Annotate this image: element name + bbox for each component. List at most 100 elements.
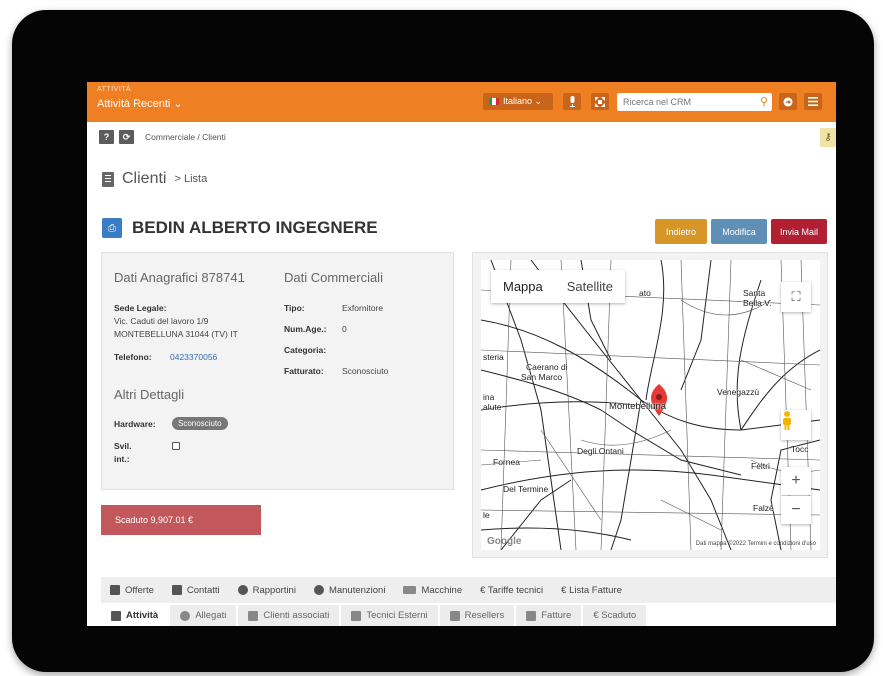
edit-button[interactable]: Modifica — [711, 219, 767, 244]
page-title-text: Clienti — [122, 170, 167, 187]
map-type-tabs: Mappa Satellite — [491, 270, 625, 303]
laptop-icon — [403, 586, 417, 594]
menu-button[interactable] — [804, 93, 822, 110]
tab-allegati[interactable]: Allegati — [170, 605, 239, 626]
detail-tabs-row-2: Attività Allegati Clienti associati Tecn… — [101, 605, 649, 626]
breadcrumb[interactable]: Commerciale / Clienti — [145, 132, 226, 142]
back-button[interactable]: Indietro — [655, 219, 707, 244]
pdf-export-button[interactable]: ⎙ — [102, 218, 122, 238]
google-logo: Google — [487, 536, 522, 547]
tab-clienti-associati[interactable]: Clienti associati — [238, 605, 342, 626]
tab-tariffe-tecnici[interactable]: € Tariffe tecnici — [471, 577, 552, 603]
question-icon: ? — [103, 132, 110, 142]
document-icon — [526, 610, 537, 621]
numage-label: Num.Age.: — [284, 324, 327, 334]
page-title: Clienti > Lista — [102, 170, 207, 188]
google-map[interactable]: Mappa Satellite ⛶ + − Montebelluna Caera… — [481, 260, 820, 550]
tipo-value: Exfornitore — [342, 303, 384, 313]
map-label-ina: ina — [483, 392, 495, 402]
microphone-button[interactable] — [563, 93, 581, 110]
street-view-button[interactable] — [781, 410, 811, 440]
tab-label: Offerte — [125, 584, 154, 596]
tab-manutenzioni[interactable]: Manutenzioni — [305, 577, 395, 603]
detail-tabs-row-1: Offerte Contatti Rapportini Manutenzioni… — [101, 577, 836, 603]
map-label-santa: Santa — [743, 288, 766, 298]
map-label-caerano: Caerano di — [526, 362, 568, 372]
logout-icon — [783, 97, 793, 106]
tab-tecnici-esterni[interactable]: Tecnici Esterni — [341, 605, 440, 626]
send-mail-button[interactable]: Invia Mail — [771, 219, 827, 244]
map-label-fornea: Fornea — [493, 457, 520, 467]
settings-key-button[interactable]: ⚷ — [820, 128, 836, 147]
hardware-badge: Sconosciuto — [172, 417, 228, 430]
map-label-feltrina: Feltri — [751, 461, 770, 471]
italy-flag-icon — [489, 98, 499, 105]
map-label-tocc: Tocc — [791, 444, 809, 454]
tab-label: Manutenzioni — [328, 584, 386, 596]
zoom-out-button[interactable]: − — [781, 496, 811, 524]
fullscreen-button[interactable] — [591, 93, 609, 110]
section-label: ATTIVITÀ — [97, 86, 132, 93]
tab-attivita[interactable]: Attività — [101, 605, 171, 626]
top-bar: ATTIVITÀ Attività Recenti ⌄ Italiano ⌄ ⚲ — [87, 82, 836, 122]
tab-resellers[interactable]: Resellers — [439, 605, 517, 626]
address-line-2: MONTEBELLUNA 31044 (TV) IT — [114, 329, 238, 339]
gear-icon — [237, 585, 248, 595]
address-line-1: Vic. Caduti del lavoro 1/9 — [114, 316, 209, 326]
svil-label-2: int.: — [114, 454, 130, 464]
tab-scaduto[interactable]: € Scaduto — [583, 605, 649, 626]
tab-fatture[interactable]: Fatture — [516, 605, 584, 626]
search-icon[interactable]: ⚲ — [760, 95, 768, 108]
dettagli-title: Altri Dettagli — [114, 387, 185, 402]
phone-link[interactable]: 0423370056 — [170, 352, 217, 362]
tab-label: Allegati — [195, 610, 227, 621]
tab-lista-fatture[interactable]: € Lista Fatture — [552, 577, 631, 603]
overdue-amount-bar: Scaduto 9,907.01 € — [101, 505, 261, 535]
map-label-bella: Bella V. — [743, 298, 772, 308]
tab-rapportini[interactable]: Rapportini — [229, 577, 305, 603]
recent-activity-dropdown[interactable]: Attività Recenti ⌄ — [97, 97, 183, 110]
help-button[interactable]: ? — [99, 130, 114, 144]
client-name: BEDIN ALBERTO INGEGNERE — [132, 218, 378, 237]
phone-label: Telefono: — [114, 352, 152, 362]
document-list-icon — [102, 171, 114, 187]
tab-label: Rapportini — [252, 584, 296, 596]
pegman-icon — [783, 411, 791, 430]
map-panel: Mappa Satellite ⛶ + − Montebelluna Caera… — [472, 252, 828, 558]
map-fullscreen-button[interactable]: ⛶ — [781, 282, 811, 312]
tab-contatti[interactable]: Contatti — [163, 577, 229, 603]
crm-search-input[interactable] — [617, 97, 747, 107]
tab-label: € Lista Fatture — [561, 584, 622, 596]
microphone-icon — [569, 96, 575, 107]
client-header: ⎙ BEDIN ALBERTO INGEGNERE — [102, 218, 378, 238]
tab-offerte[interactable]: Offerte — [101, 577, 163, 603]
tab-label: Macchine — [421, 584, 463, 596]
fatturato-value: Sconosciuto — [342, 366, 389, 376]
key-icon: ⚷ — [824, 132, 832, 143]
map-label-del-termine: Del Termine — [503, 484, 549, 494]
minus-icon: − — [791, 501, 801, 518]
logout-button[interactable] — [779, 93, 797, 110]
crm-screen: ATTIVITÀ Attività Recenti ⌄ Italiano ⌄ ⚲ — [87, 82, 836, 626]
language-label: Italiano ⌄ — [503, 96, 543, 106]
refresh-button[interactable]: ⟳ — [119, 130, 134, 144]
map-footer[interactable]: Dati mappa ©2022 Termini e condizioni d'… — [696, 541, 816, 547]
map-tab-satellite[interactable]: Satellite — [555, 270, 625, 303]
zoom-in-button[interactable]: + — [781, 467, 811, 495]
client-info-panel: Dati Anagrafici 878741 Sede Legale: Vic.… — [101, 252, 454, 490]
fullscreen-icon: ⛶ — [791, 289, 801, 304]
tipo-label: Tipo: — [284, 303, 305, 313]
tab-label: € Scaduto — [593, 610, 637, 621]
hamburger-menu-icon — [808, 97, 818, 106]
map-label-falze: Falzè — [753, 503, 774, 513]
tab-macchine[interactable]: Macchine — [394, 577, 471, 603]
map-label-caerano-2: San Marco — [521, 372, 563, 382]
document-icon — [110, 585, 120, 595]
svil-int-checkbox[interactable] — [172, 442, 180, 450]
map-tab-map[interactable]: Mappa — [491, 270, 555, 303]
language-selector[interactable]: Italiano ⌄ — [483, 93, 553, 110]
map-label-venegazzu: Venegazzù — [717, 387, 760, 397]
tab-label: € Tariffe tecnici — [480, 584, 544, 596]
commerciali-title: Dati Commerciali — [284, 270, 383, 285]
sede-label: Sede Legale: — [114, 303, 167, 313]
